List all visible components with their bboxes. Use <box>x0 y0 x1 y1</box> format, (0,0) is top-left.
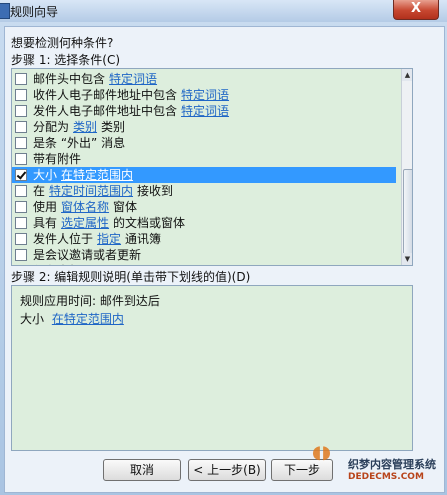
condition-text-suffix: 的文档或窗体 <box>113 216 186 230</box>
watermark-line1: 织梦内容管理系统 <box>348 458 436 471</box>
condition-link[interactable]: 特定词语 <box>181 104 229 118</box>
condition-text: 收件人电子邮件地址中包含 <box>33 88 178 102</box>
app-icon <box>0 3 10 19</box>
cancel-button[interactable]: 取消 <box>103 459 181 481</box>
condition-link[interactable]: 类别 <box>73 120 97 134</box>
condition-checkbox[interactable] <box>15 265 27 266</box>
watermark: ◖◗ 织梦内容管理系统 DEDECMS.COM <box>300 442 447 495</box>
condition-link[interactable]: 选定属性 <box>61 216 109 230</box>
condition-checkbox[interactable] <box>15 121 27 133</box>
condition-text: 邮件头中包含 <box>33 72 106 86</box>
close-button[interactable]: X <box>393 0 439 20</box>
scroll-thumb[interactable] <box>403 169 412 255</box>
condition-row[interactable]: 使用 窗体名称 窗体 <box>12 199 396 215</box>
condition-link[interactable]: 特定词语 <box>181 88 229 102</box>
condition-row[interactable]: 具有 选定属性 的文档或窗体 <box>12 215 396 231</box>
condition-text-suffix: 接收到 <box>137 184 174 198</box>
condition-row[interactable]: 仅在本机 <box>12 263 396 266</box>
condition-link[interactable]: 特定时间范围内 <box>49 184 133 198</box>
condition-link[interactable]: 指定 <box>97 232 121 246</box>
condition-text: 仅在本机 <box>33 264 81 265</box>
condition-checkbox[interactable] <box>15 201 27 213</box>
condition-row[interactable]: 发件人位于 指定 通讯簿 <box>12 231 396 247</box>
rule-size-line: 大小 在特定范围内 <box>20 310 128 327</box>
watermark-line2: DEDECMS.COM <box>348 472 424 482</box>
watermark-logo-icon: ◖◗ <box>312 442 331 463</box>
condition-checkbox[interactable] <box>15 169 27 181</box>
condition-row[interactable]: 大小 在特定范围内 <box>12 167 396 183</box>
window-title: 规则向导 <box>10 5 59 19</box>
condition-checkbox[interactable] <box>15 185 27 197</box>
size-range-link[interactable]: 在特定范围内 <box>52 312 124 326</box>
condition-row[interactable]: 带有附件 <box>12 151 396 167</box>
condition-checkbox[interactable] <box>15 217 27 229</box>
wizard-body: 想要检测何种条件? 步骤 1: 选择条件(C) 邮件头中包含 特定词语 收件人电子邮… <box>4 26 445 493</box>
condition-text-suffix: 窗体 <box>113 200 138 214</box>
title-bar: 规则向导 X <box>0 0 447 22</box>
rule-size-label: 大小 <box>20 312 45 326</box>
condition-list-scrollbar[interactable]: ▲ ▼ <box>401 69 412 265</box>
condition-text-suffix: 类别 <box>101 120 126 134</box>
condition-row[interactable]: 分配为 类别 类别 <box>12 119 396 135</box>
back-button[interactable]: < 上一步(B) <box>188 459 266 481</box>
condition-text: 分配为 <box>33 120 70 134</box>
condition-row[interactable]: 是会议邀请或者更新 <box>12 247 396 263</box>
condition-text: 具有 <box>33 216 58 230</box>
condition-checkbox[interactable] <box>15 153 27 165</box>
condition-checkbox[interactable] <box>15 105 27 117</box>
condition-text: 使用 <box>33 200 58 214</box>
condition-text-suffix: 通讯簿 <box>125 232 162 246</box>
condition-checkbox[interactable] <box>15 89 27 101</box>
condition-checkbox[interactable] <box>15 73 27 85</box>
condition-text: 是条 “外出” 消息 <box>33 136 126 150</box>
condition-row[interactable]: 收件人电子邮件地址中包含 特定词语 <box>12 87 396 103</box>
condition-list[interactable]: 邮件头中包含 特定词语 收件人电子邮件地址中包含 特定词语 发件人电子邮件地址中包含 特定… <box>11 68 413 266</box>
condition-row[interactable]: 发件人电子邮件地址中包含 特定词语 <box>12 103 396 119</box>
condition-link[interactable]: 特定词语 <box>109 72 157 86</box>
condition-link[interactable]: 在特定范围内 <box>61 168 133 182</box>
condition-text: 是会议邀请或者更新 <box>33 248 142 262</box>
step1-label: 步骤 1: 选择条件(C) <box>11 53 121 67</box>
condition-text: 大小 <box>33 168 58 182</box>
condition-row[interactable]: 在特定时间范围内 接收到 <box>12 183 396 199</box>
condition-text: 发件人位于 <box>33 232 94 246</box>
condition-checkbox[interactable] <box>15 249 27 261</box>
condition-row[interactable]: 是条 “外出” 消息 <box>12 135 396 151</box>
condition-link[interactable]: 窗体名称 <box>61 200 109 214</box>
condition-text: 带有附件 <box>33 152 82 166</box>
condition-row[interactable]: 邮件头中包含 特定词语 <box>12 71 396 87</box>
condition-checkbox[interactable] <box>15 233 27 245</box>
rule-description-box: 规则应用时间: 邮件到达后 大小 在特定范围内 <box>11 285 413 451</box>
rules-wizard-window: 规则向导 X 想要检测何种条件? 步骤 1: 选择条件(C) 邮件头中包含 特定词… <box>0 0 447 495</box>
condition-list-items: 邮件头中包含 特定词语 收件人电子邮件地址中包含 特定词语 发件人电子邮件地址中包含 特定… <box>12 71 396 266</box>
step2-label: 步骤 2: 编辑规则说明(单击带下划线的值)(D) <box>11 270 251 284</box>
scroll-down-arrow-icon[interactable]: ▼ <box>402 253 412 265</box>
condition-text: 发件人电子邮件地址中包含 <box>33 104 178 118</box>
condition-checkbox[interactable] <box>15 137 27 149</box>
scroll-up-arrow-icon[interactable]: ▲ <box>402 69 412 81</box>
condition-text: 在 <box>33 184 46 198</box>
rule-apply-time: 规则应用时间: 邮件到达后 <box>20 294 160 308</box>
question-text: 想要检测何种条件? <box>11 36 114 50</box>
